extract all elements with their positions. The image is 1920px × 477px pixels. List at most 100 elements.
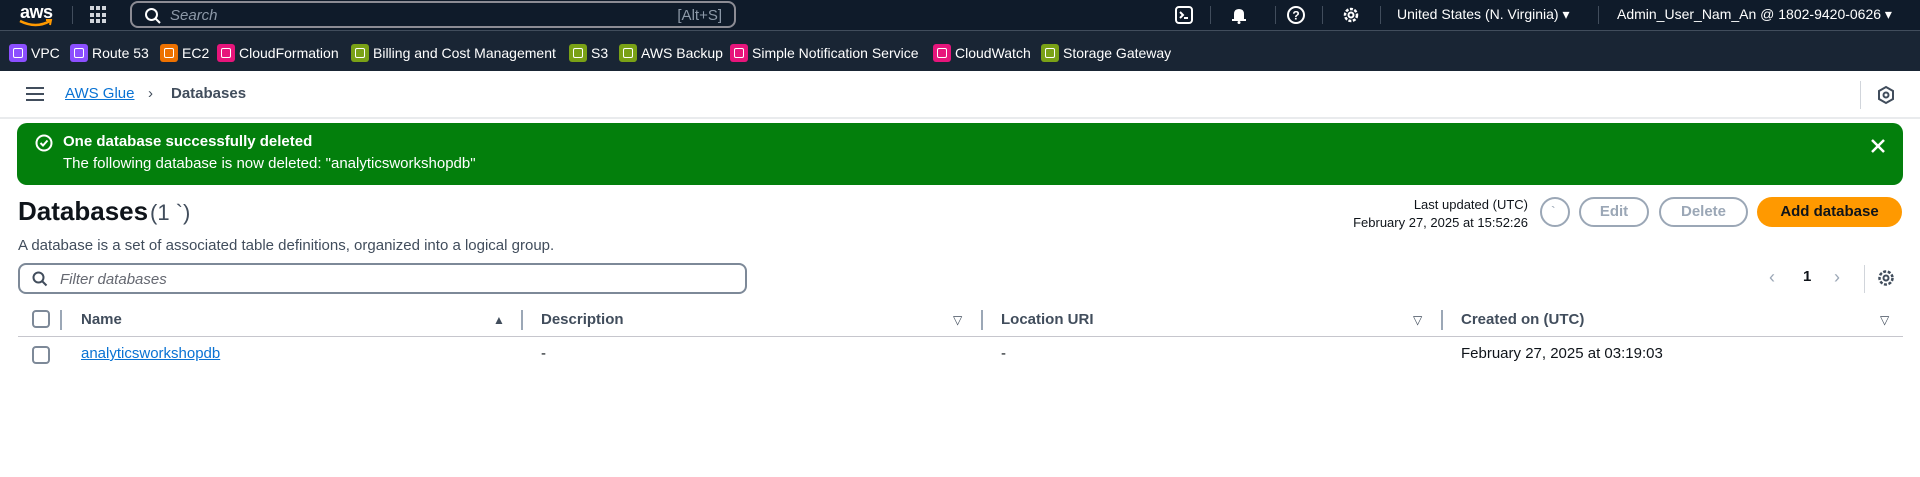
- s3-icon: [569, 44, 587, 62]
- divider: [1860, 81, 1861, 109]
- favorite-label: S3: [591, 45, 609, 61]
- row-checkbox[interactable]: [32, 346, 50, 364]
- success-flash-banner: One database successfully deleted The fo…: [17, 123, 1903, 185]
- sort-icon[interactable]: ▽: [953, 313, 962, 327]
- delete-button[interactable]: Delete: [1659, 197, 1748, 227]
- flash-message: The following database is now deleted: "…: [63, 155, 476, 172]
- favorite-label: Route 53: [92, 45, 149, 61]
- table-header: Name ▲ Description ▽ Location URI ▽ Crea…: [18, 305, 1903, 337]
- nav-divider: [72, 6, 73, 24]
- resource-count: (1 `): [150, 200, 191, 225]
- refresh-icon: `: [1551, 203, 1556, 219]
- favorite-billing[interactable]: Billing and Cost Management: [351, 43, 556, 63]
- region-label: United States (N. Virginia): [1397, 6, 1559, 22]
- search-placeholder: Search: [170, 7, 218, 24]
- region-selector[interactable]: United States (N. Virginia) ▾: [1397, 6, 1570, 23]
- route53-icon: [70, 44, 88, 62]
- cloudformation-icon: [217, 44, 235, 62]
- global-search-input[interactable]: Search [Alt+S]: [130, 1, 736, 28]
- settings-gear-icon[interactable]: [1341, 5, 1361, 25]
- favorite-sns[interactable]: Simple Notification Service: [730, 43, 919, 63]
- favorite-label: CloudWatch: [955, 45, 1031, 61]
- search-icon: [145, 8, 161, 24]
- favorite-label: VPC: [31, 45, 60, 61]
- chevron-left-icon[interactable]: ‹: [1769, 267, 1775, 288]
- chevron-down-icon: ▾: [1884, 6, 1892, 22]
- page-title: Databases: [18, 196, 149, 226]
- sort-icon[interactable]: ▽: [1413, 313, 1422, 327]
- column-header-created-on[interactable]: Created on (UTC): [1461, 311, 1584, 328]
- cell-location-uri: -: [1001, 345, 1006, 362]
- favorite-label: AWS Backup: [641, 45, 723, 61]
- select-all-checkbox[interactable]: [32, 310, 50, 328]
- sort-icon[interactable]: ▽: [1880, 313, 1889, 327]
- chevron-right-icon[interactable]: ›: [1834, 267, 1840, 288]
- favorite-s3[interactable]: S3: [569, 43, 608, 63]
- sns-icon: [730, 44, 748, 62]
- search-icon: [32, 271, 48, 287]
- chevron-down-icon: ▾: [1562, 6, 1570, 22]
- page-number[interactable]: 1: [1803, 268, 1811, 285]
- cell-description: -: [541, 345, 546, 362]
- nav-divider: [1380, 6, 1381, 24]
- column-header-description[interactable]: Description: [541, 311, 624, 328]
- favorite-storage-gateway[interactable]: Storage Gateway: [1041, 43, 1171, 63]
- cloudshell-icon[interactable]: [1174, 5, 1194, 25]
- billing-icon: [351, 44, 369, 62]
- storage-gateway-icon: [1041, 44, 1059, 62]
- favorite-vpc[interactable]: VPC: [9, 43, 60, 63]
- add-database-button[interactable]: Add database: [1757, 197, 1902, 227]
- nav-divider: [1275, 6, 1276, 24]
- breadcrumb-aws-glue[interactable]: AWS Glue: [65, 85, 134, 102]
- sort-ascending-icon[interactable]: ▲: [493, 313, 505, 327]
- column-divider[interactable]: [521, 310, 523, 330]
- nav-divider: [1322, 6, 1323, 24]
- preferences-gear-icon[interactable]: [1876, 268, 1896, 288]
- edit-button[interactable]: Edit: [1579, 197, 1649, 227]
- column-header-name[interactable]: Name: [81, 311, 122, 328]
- refresh-button[interactable]: `: [1540, 197, 1570, 227]
- favorite-route53[interactable]: Route 53: [70, 43, 149, 63]
- favorite-label: EC2: [182, 45, 210, 61]
- account-label: Admin_User_Nam_An @ 1802-9420-0626: [1617, 6, 1882, 22]
- page-description: A database is a set of associated table …: [18, 237, 555, 254]
- breadcrumb-current: Databases: [171, 85, 247, 102]
- favorite-ec2[interactable]: EC2: [160, 43, 209, 63]
- search-shortcut: [Alt+S]: [677, 7, 722, 24]
- services-grid-icon[interactable]: [90, 6, 108, 24]
- column-divider: [60, 310, 62, 330]
- hexagon-settings-icon[interactable]: [1876, 85, 1896, 105]
- close-icon[interactable]: [1867, 135, 1889, 157]
- favorite-label: CloudFormation: [239, 45, 339, 61]
- breadcrumb-bar: AWS Glue › Databases: [0, 71, 1920, 119]
- favorite-aws-backup[interactable]: AWS Backup: [619, 43, 723, 63]
- column-divider[interactable]: [981, 310, 983, 330]
- favorite-cloudformation[interactable]: CloudFormation: [217, 43, 339, 63]
- filter-databases-input[interactable]: Filter databases: [18, 263, 747, 294]
- account-menu[interactable]: Admin_User_Nam_An @ 1802-9420-0626 ▾: [1617, 6, 1892, 23]
- flash-title: One database successfully deleted: [63, 133, 313, 150]
- top-navigation: aws Search [Alt+S] ? United States (N. V…: [0, 0, 1920, 30]
- vpc-icon: [9, 44, 27, 62]
- favorite-cloudwatch[interactable]: CloudWatch: [933, 43, 1031, 63]
- column-header-location-uri[interactable]: Location URI: [1001, 311, 1094, 328]
- favorite-label: Billing and Cost Management: [373, 45, 556, 61]
- favorite-label: Simple Notification Service: [752, 45, 919, 61]
- chevron-right-icon: ›: [148, 85, 153, 102]
- last-updated-value: February 27, 2025 at 15:52:26: [1353, 215, 1528, 230]
- cell-created-on: February 27, 2025 at 03:19:03: [1461, 345, 1663, 362]
- favorite-label: Storage Gateway: [1063, 45, 1172, 61]
- help-icon[interactable]: ?: [1286, 5, 1306, 25]
- last-updated-label: Last updated (UTC): [1413, 197, 1528, 212]
- bell-icon[interactable]: [1229, 5, 1249, 25]
- nav-divider: [1598, 6, 1599, 24]
- menu-hamburger-icon[interactable]: [26, 87, 44, 101]
- aws-smile-icon: [19, 19, 53, 27]
- database-name-link[interactable]: analyticsworkshopdb: [81, 345, 220, 362]
- aws-logo[interactable]: aws: [18, 2, 56, 28]
- divider: [1864, 265, 1865, 293]
- favorites-bar: VPC Route 53 EC2 CloudFormation Billing …: [0, 30, 1920, 71]
- backup-icon: [619, 44, 637, 62]
- nav-divider: [1210, 6, 1211, 24]
- column-divider[interactable]: [1441, 310, 1443, 330]
